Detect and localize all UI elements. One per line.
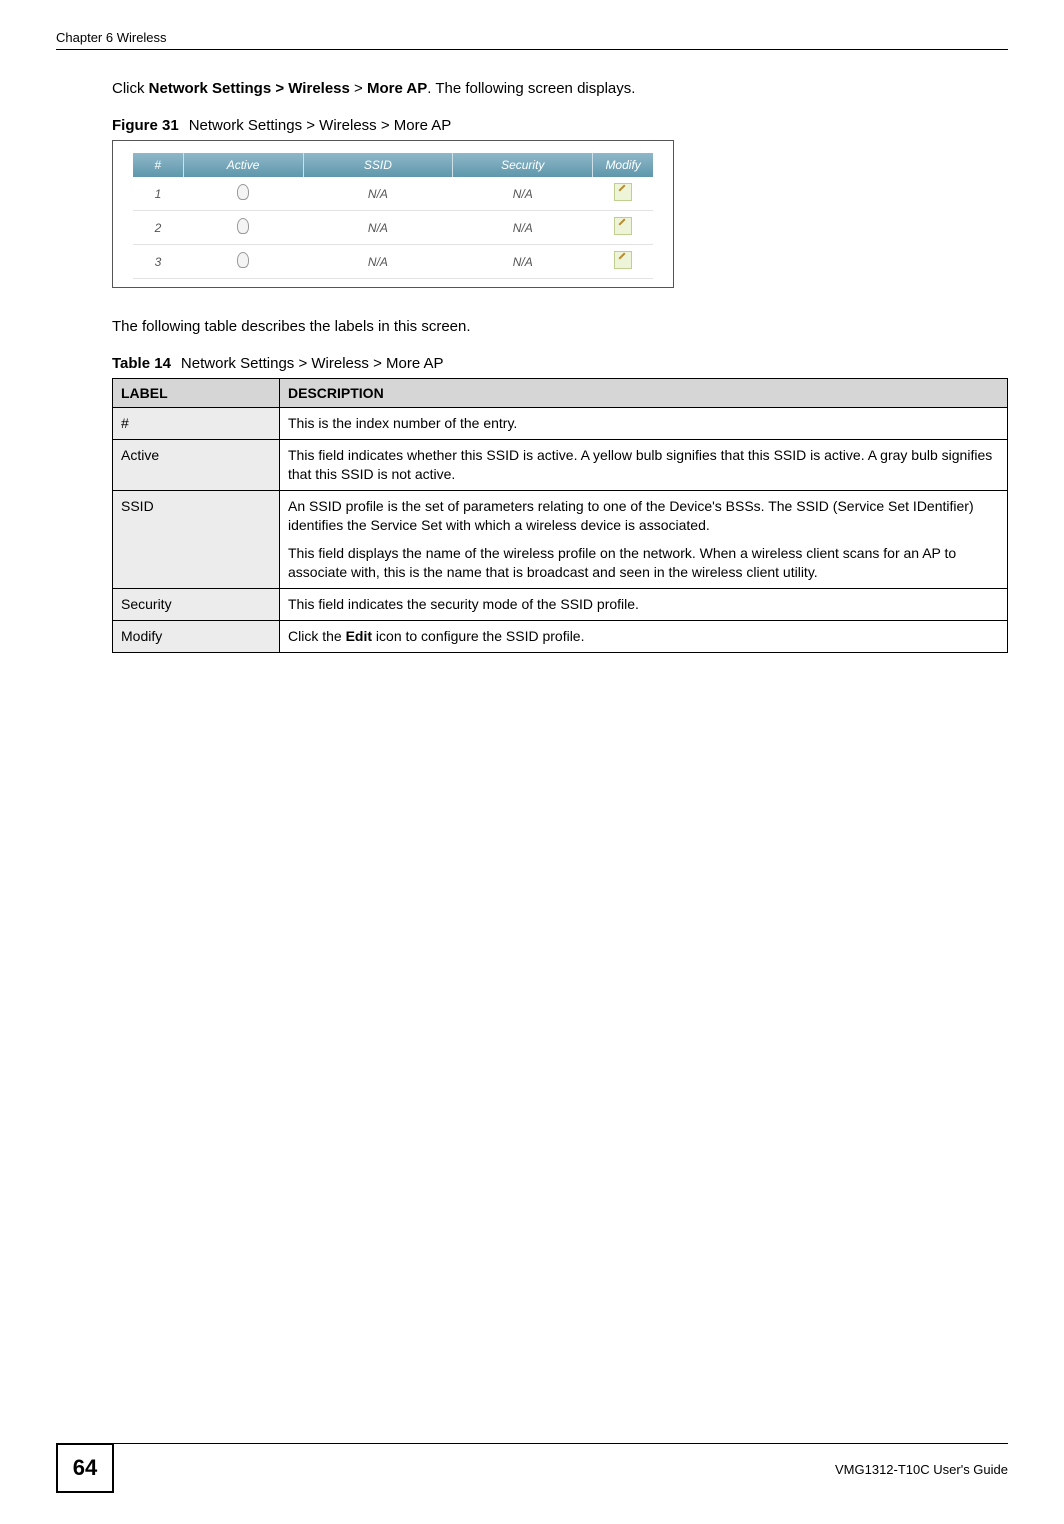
table-row: # This is the index number of the entry.	[113, 408, 1008, 440]
desc-cell: This is the index number of the entry.	[280, 408, 1008, 440]
desc-para-2: This field displays the name of the wire…	[288, 544, 999, 582]
edit-icon[interactable]	[614, 183, 632, 201]
label-cell: #	[113, 408, 280, 440]
bulb-icon	[237, 218, 249, 234]
edit-icon[interactable]	[614, 217, 632, 235]
col-active: Active	[183, 153, 303, 177]
row-index: 2	[133, 211, 183, 245]
header-description: DESCRIPTION	[280, 379, 1008, 408]
more-ap-table: # Active SSID Security Modify 1 N/A N/A	[133, 153, 653, 279]
desc-cell: Click the Edit icon to configure the SSI…	[280, 621, 1008, 653]
desc-cell: This field indicates the security mode o…	[280, 589, 1008, 621]
page-number: 64	[56, 1443, 114, 1493]
table-row: 3 N/A N/A	[133, 245, 653, 279]
row-modify	[593, 177, 653, 211]
col-ssid: SSID	[303, 153, 453, 177]
header-label: LABEL	[113, 379, 280, 408]
row-active	[183, 245, 303, 279]
desc-bold: Edit	[346, 628, 372, 644]
page-footer: 64 VMG1312-T10C User's Guide	[0, 1443, 1064, 1494]
figure-caption: Figure 31 Network Settings > Wireless > M…	[112, 117, 1008, 134]
table-row: Security This field indicates the securi…	[113, 589, 1008, 621]
row-security: N/A	[453, 211, 593, 245]
row-active	[183, 177, 303, 211]
running-header: Chapter 6 Wireless	[56, 30, 1008, 50]
desc-para-1: An SSID profile is the set of parameters…	[288, 497, 999, 535]
desc-cell: An SSID profile is the set of parameters…	[280, 490, 1008, 589]
label-cell: Modify	[113, 621, 280, 653]
table-number: Table 14	[112, 355, 171, 372]
row-index: 1	[133, 177, 183, 211]
row-ssid: N/A	[303, 211, 453, 245]
table-intro: The following table describes the labels…	[112, 316, 1008, 337]
desc-pre: Click the	[288, 628, 346, 644]
label-cell: Security	[113, 589, 280, 621]
bulb-icon	[237, 184, 249, 200]
edit-icon[interactable]	[614, 251, 632, 269]
label-cell: Active	[113, 439, 280, 490]
row-ssid: N/A	[303, 245, 453, 279]
figure-screenshot: # Active SSID Security Modify 1 N/A N/A	[112, 140, 674, 288]
intro-path-2: More AP	[367, 80, 427, 97]
desc-cell: This field indicates whether this SSID i…	[280, 439, 1008, 490]
table-title: Network Settings > Wireless > More AP	[181, 355, 444, 372]
row-modify	[593, 245, 653, 279]
intro-post: . The following screen displays.	[427, 80, 635, 97]
guide-title: VMG1312-T10C User's Guide	[835, 1462, 1008, 1477]
intro-paragraph: Click Network Settings > Wireless > More…	[112, 78, 1008, 99]
row-security: N/A	[453, 245, 593, 279]
table-caption: Table 14 Network Settings > Wireless > Mo…	[112, 355, 1008, 372]
row-active	[183, 211, 303, 245]
row-security: N/A	[453, 177, 593, 211]
intro-path-1: Network Settings > Wireless	[149, 80, 350, 97]
row-index: 3	[133, 245, 183, 279]
table-row: 2 N/A N/A	[133, 211, 653, 245]
table-row: SSID An SSID profile is the set of param…	[113, 490, 1008, 589]
col-security: Security	[453, 153, 593, 177]
row-modify	[593, 211, 653, 245]
figure-number: Figure 31	[112, 117, 179, 134]
col-modify: Modify	[593, 153, 653, 177]
table-row: Active This field indicates whether this…	[113, 439, 1008, 490]
table-row: 1 N/A N/A	[133, 177, 653, 211]
table-row: Modify Click the Edit icon to configure …	[113, 621, 1008, 653]
figure-title: Network Settings > Wireless > More AP	[189, 117, 452, 134]
row-ssid: N/A	[303, 177, 453, 211]
intro-pre: Click	[112, 80, 149, 97]
label-description-table: LABEL DESCRIPTION # This is the index nu…	[112, 378, 1008, 653]
label-cell: SSID	[113, 490, 280, 589]
col-index: #	[133, 153, 183, 177]
bulb-icon	[237, 252, 249, 268]
intro-mid: >	[350, 80, 367, 97]
desc-post: icon to configure the SSID profile.	[372, 628, 584, 644]
